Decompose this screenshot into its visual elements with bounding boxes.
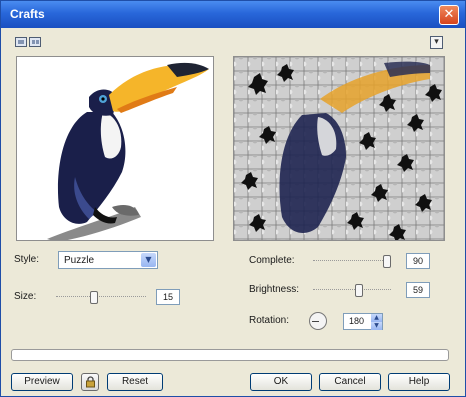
brightness-label: Brightness: bbox=[249, 284, 300, 295]
size-slider[interactable] bbox=[56, 291, 146, 304]
close-button[interactable]: ✕ bbox=[439, 5, 459, 25]
ok-button[interactable]: OK bbox=[250, 373, 312, 391]
complete-label: Complete: bbox=[249, 255, 295, 266]
close-icon: ✕ bbox=[443, 7, 455, 22]
effect-preview[interactable] bbox=[233, 56, 445, 241]
single-preview-icon[interactable] bbox=[15, 37, 27, 47]
original-preview[interactable] bbox=[16, 56, 214, 241]
toucan-original-image bbox=[17, 57, 213, 240]
cancel-button[interactable]: Cancel bbox=[319, 373, 381, 391]
size-slider-thumb[interactable] bbox=[89, 291, 98, 304]
complete-slider-track bbox=[313, 260, 391, 262]
rotation-needle bbox=[312, 321, 319, 322]
complete-slider[interactable] bbox=[313, 255, 392, 268]
style-label: Style: bbox=[14, 254, 40, 265]
spin-down-icon[interactable]: ▼ bbox=[371, 322, 382, 330]
progress-bar bbox=[11, 349, 449, 361]
rotation-value: 180 bbox=[349, 316, 365, 326]
brightness-slider-thumb[interactable] bbox=[355, 284, 364, 297]
reset-button[interactable]: Reset bbox=[107, 373, 163, 391]
complete-slider-thumb[interactable] bbox=[383, 255, 392, 268]
crafts-dialog: Crafts ✕ ▾ Style: Puzzle ▼ Size: 15 Comp… bbox=[0, 0, 466, 397]
complete-value-field[interactable]: 90 bbox=[406, 253, 430, 269]
chevron-down-icon[interactable]: ▼ bbox=[141, 253, 156, 267]
brightness-slider-track bbox=[313, 289, 391, 291]
collapse-icon[interactable]: ▾ bbox=[430, 36, 443, 49]
size-label: Size: bbox=[14, 291, 37, 302]
size-value-field[interactable]: 15 bbox=[156, 289, 180, 305]
lock-icon bbox=[86, 376, 95, 388]
dialog-title: Crafts bbox=[10, 7, 45, 21]
help-button[interactable]: Help bbox=[388, 373, 450, 391]
rotation-label: Rotation: bbox=[249, 315, 290, 326]
toucan-puzzle-image bbox=[234, 57, 444, 240]
style-value: Puzzle bbox=[64, 255, 95, 266]
lock-preview-button[interactable] bbox=[81, 373, 99, 391]
preview-button[interactable]: Preview bbox=[11, 373, 73, 391]
rotation-dial[interactable] bbox=[309, 312, 327, 330]
spin-up-icon[interactable]: ▲ bbox=[371, 314, 382, 322]
split-preview-icon[interactable] bbox=[29, 37, 41, 47]
rotation-spinbox[interactable]: 180 ▲ ▼ bbox=[343, 313, 383, 330]
size-slider-track bbox=[56, 296, 146, 298]
title-bar[interactable]: Crafts ✕ bbox=[1, 1, 465, 28]
brightness-slider[interactable] bbox=[313, 284, 391, 297]
brightness-value-field[interactable]: 59 bbox=[406, 282, 430, 298]
style-dropdown[interactable]: Puzzle ▼ bbox=[58, 251, 158, 269]
